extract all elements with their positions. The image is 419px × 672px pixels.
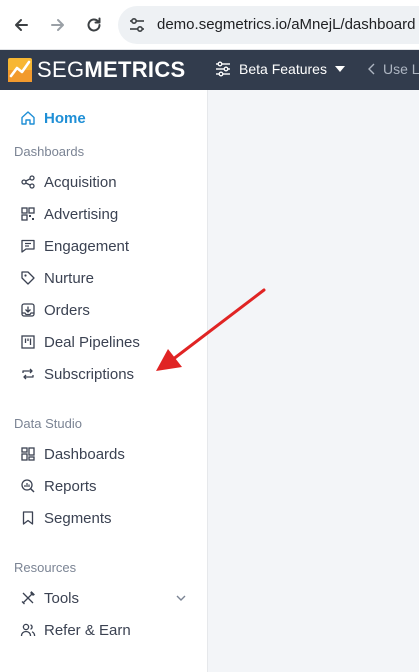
sidebar-item-orders[interactable]: Orders bbox=[20, 299, 90, 321]
chevron-left-icon bbox=[368, 63, 375, 75]
repeat-icon bbox=[22, 368, 34, 380]
beta-features-dropdown[interactable]: Beta Features bbox=[215, 61, 345, 77]
section-label-resources: Resources bbox=[14, 560, 77, 575]
sidebar-item-home[interactable]: Home bbox=[20, 107, 86, 129]
use-legacy-link[interactable]: Use Le bbox=[367, 61, 419, 77]
sidebar-item-label: Segments bbox=[44, 509, 112, 527]
logo-text-light: SEG bbox=[37, 57, 85, 82]
sidebar-item-acquisition[interactable]: Acquisition bbox=[20, 171, 117, 193]
segmetrics-logo-icon[interactable] bbox=[8, 58, 32, 82]
url-text: demo.segmetrics.io/aMnejL/dashboard bbox=[157, 16, 416, 33]
beta-features-label: Beta Features bbox=[239, 61, 327, 77]
sidebar: Home Dashboards Acquisition Advertising … bbox=[0, 90, 208, 672]
sidebar-item-engagement[interactable]: Engagement bbox=[20, 235, 129, 257]
sidebar-item-data-dashboards[interactable]: Dashboards bbox=[20, 443, 125, 465]
home-icon bbox=[21, 111, 35, 125]
sidebar-item-label: Subscriptions bbox=[44, 365, 135, 383]
bookmark-icon bbox=[22, 511, 34, 525]
sidebar-item-label: Dashboards bbox=[44, 445, 125, 463]
reload-button[interactable] bbox=[79, 10, 109, 40]
sidebar-item-label: Reports bbox=[44, 477, 97, 495]
address-bar[interactable]: demo.segmetrics.io/aMnejL/dashboard bbox=[118, 6, 419, 44]
main-content bbox=[208, 90, 419, 672]
kanban-icon bbox=[21, 335, 35, 349]
section-label-dashboards: Dashboards bbox=[14, 144, 85, 159]
forward-button[interactable] bbox=[43, 10, 73, 40]
sidebar-item-segments[interactable]: Segments bbox=[20, 507, 112, 529]
sliders-icon bbox=[216, 61, 230, 77]
logo-wordmark[interactable]: SEGMETRICS bbox=[37, 58, 185, 82]
sidebar-item-deal-pipelines[interactable]: Deal Pipelines bbox=[20, 331, 140, 353]
chat-bubble-icon bbox=[21, 239, 35, 253]
grid-icon bbox=[21, 447, 35, 461]
annotation-arrow bbox=[156, 288, 266, 371]
browser-toolbar: demo.segmetrics.io/aMnejL/dashboard bbox=[0, 0, 419, 50]
app-header: SEGMETRICS Beta Features Use Le bbox=[0, 50, 419, 90]
magnifier-chart-icon bbox=[21, 479, 35, 493]
tag-icon bbox=[21, 271, 35, 285]
section-label-data-studio: Data Studio bbox=[14, 416, 82, 431]
share-nodes-icon bbox=[21, 175, 35, 189]
qr-code-icon bbox=[21, 207, 35, 221]
sidebar-item-label: Acquisition bbox=[44, 173, 117, 191]
users-icon bbox=[20, 623, 36, 637]
sidebar-item-nurture[interactable]: Nurture bbox=[20, 267, 94, 289]
sidebar-item-label: Refer & Earn bbox=[44, 621, 131, 639]
logo-text-bold: METRICS bbox=[84, 57, 186, 82]
sidebar-item-tools[interactable]: Tools bbox=[20, 587, 79, 609]
chevron-down-icon[interactable] bbox=[174, 591, 188, 605]
site-settings-icon[interactable] bbox=[128, 16, 146, 34]
tools-icon bbox=[21, 591, 35, 605]
sidebar-item-refer-earn[interactable]: Refer & Earn bbox=[20, 619, 131, 641]
sidebar-item-label: Orders bbox=[44, 301, 90, 319]
tray-download-icon bbox=[21, 303, 35, 317]
sidebar-item-label: Tools bbox=[44, 589, 80, 607]
sidebar-item-subscriptions[interactable]: Subscriptions bbox=[20, 363, 134, 385]
reload-icon bbox=[87, 17, 101, 32]
back-button[interactable] bbox=[6, 10, 36, 40]
sidebar-item-label: Home bbox=[44, 109, 86, 127]
caret-down-icon bbox=[334, 66, 345, 72]
sidebar-item-label: Deal Pipelines bbox=[44, 333, 140, 351]
sidebar-item-reports[interactable]: Reports bbox=[20, 475, 97, 497]
sidebar-item-label: Nurture bbox=[44, 269, 95, 287]
sidebar-item-label: Advertising bbox=[44, 205, 119, 223]
sidebar-item-label: Engagement bbox=[44, 237, 130, 255]
sidebar-item-advertising[interactable]: Advertising bbox=[20, 203, 118, 225]
forward-arrow-icon bbox=[51, 19, 64, 31]
back-arrow-icon bbox=[15, 19, 28, 31]
use-legacy-label: Use Le bbox=[383, 61, 419, 77]
